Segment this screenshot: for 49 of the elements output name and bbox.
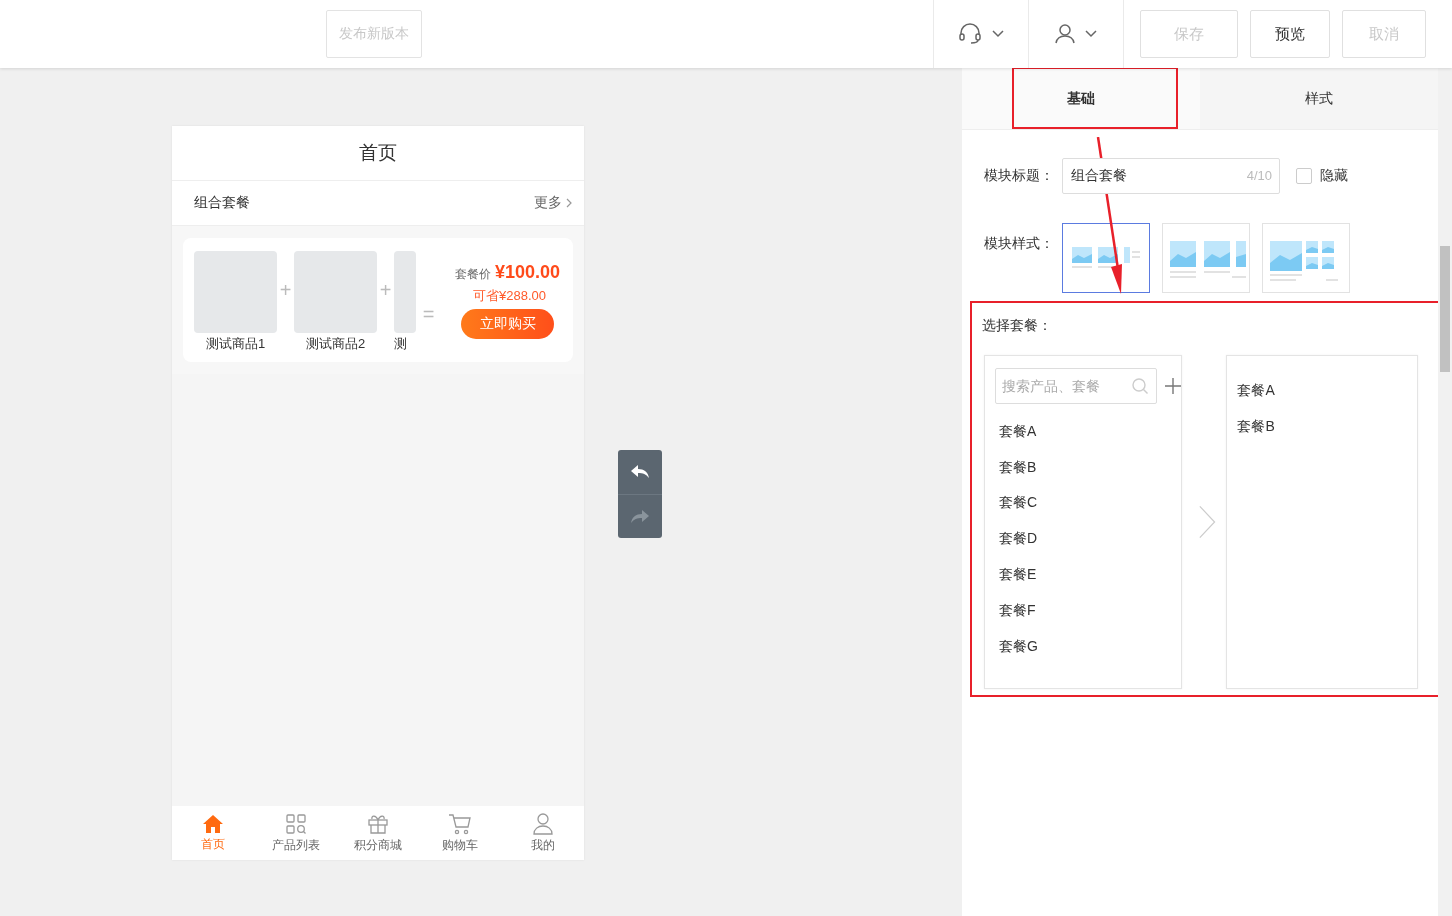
hide-checkbox[interactable]: 隐藏	[1296, 167, 1348, 185]
nav-tab[interactable]: 购物车	[419, 806, 502, 860]
package-item[interactable]: 套餐G	[995, 628, 1181, 665]
plus-sign: +	[378, 279, 393, 302]
user-icon[interactable]	[1055, 24, 1075, 44]
product-name: 测试商品2	[305, 335, 366, 353]
chevron-right-icon[interactable]	[1198, 504, 1217, 540]
scrollbar-thumb[interactable]	[1440, 246, 1450, 372]
add-icon[interactable]	[1165, 378, 1181, 394]
more-link[interactable]: 更多	[534, 194, 572, 212]
plus-sign: +	[278, 279, 293, 302]
search-field[interactable]: 搜索产品、套餐	[995, 368, 1157, 404]
layout-option[interactable]	[1062, 223, 1150, 293]
package-item[interactable]: 套餐B	[1237, 409, 1417, 445]
package-item[interactable]: 套餐E	[995, 557, 1181, 593]
chevron-down-icon[interactable]	[1085, 30, 1097, 38]
package-item[interactable]: 套餐A	[995, 414, 1181, 450]
package-item[interactable]: 套餐D	[995, 521, 1181, 558]
home-icon	[202, 813, 225, 834]
package-item[interactable]: 套餐C	[995, 485, 1181, 522]
chevron-down-icon[interactable]	[992, 30, 1004, 38]
page-title: 首页	[359, 141, 397, 165]
cart-icon	[448, 812, 473, 835]
savings-text: 可省¥288.00	[473, 286, 546, 305]
product-name: 测	[394, 335, 407, 353]
preview-button[interactable]: 预览	[1250, 10, 1330, 58]
package-item[interactable]: 套餐B	[995, 449, 1181, 486]
character-counter: 4/10	[1246, 168, 1272, 183]
nav-tab[interactable]: 积分商城	[336, 806, 420, 860]
equals-sign: =	[421, 302, 436, 326]
section-title: 组合套餐	[194, 194, 250, 212]
grid-search-icon	[284, 812, 307, 835]
price-label: 套餐价	[454, 265, 491, 283]
search-icon	[1131, 377, 1149, 395]
redo-icon	[631, 509, 649, 524]
user-icon	[532, 812, 553, 835]
nav-tab[interactable]: 产品列表	[254, 806, 337, 860]
chevron-right-icon	[566, 198, 572, 208]
gift-icon	[367, 812, 389, 835]
nav-tab[interactable]: 我的	[501, 806, 585, 860]
bundle-price: ¥100.00	[494, 261, 560, 283]
package-item[interactable]: 套餐F	[995, 593, 1181, 629]
product-name: 测试商品1	[205, 335, 266, 353]
headset-icon[interactable]	[958, 23, 982, 45]
section-label: 选择套餐：	[982, 317, 1053, 335]
package-item[interactable]: 套餐A	[1237, 373, 1417, 409]
field-label: 模块样式：	[984, 235, 1055, 253]
undo-icon	[631, 465, 649, 479]
field-label: 模块标题：	[984, 167, 1055, 185]
